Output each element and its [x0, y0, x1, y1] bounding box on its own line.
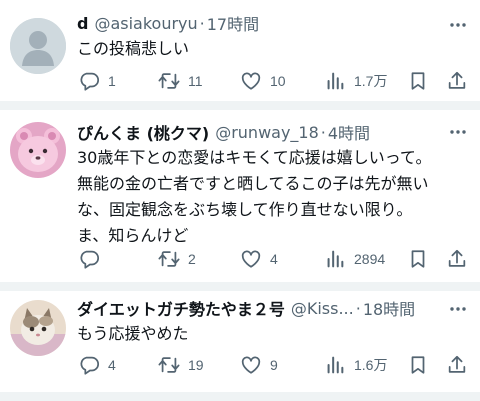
view-count: 2894: [354, 251, 386, 267]
like-icon: [241, 250, 261, 268]
tweet-text-line: 無能の金の亡者ですと晒してるこの子は先が無い: [77, 174, 429, 193]
user-handle[interactable]: @Kiss...: [291, 299, 354, 318]
retweet-count: 2: [188, 251, 196, 267]
share-icon: [448, 71, 466, 89]
tweet-text: もう応援やめた: [77, 321, 466, 347]
like-icon: [241, 72, 261, 90]
display-name[interactable]: ダイエットガチ勢たやま２号: [77, 296, 285, 320]
retweet-count: 19: [188, 357, 204, 373]
tweet-actions: 1 11 10 1.7万: [70, 67, 475, 95]
timestamp[interactable]: 18時間: [363, 296, 415, 320]
avatar[interactable]: [10, 18, 66, 74]
more-icon[interactable]: [446, 120, 470, 144]
views-icon: [327, 72, 344, 90]
views-button[interactable]: 1.7万: [324, 67, 387, 95]
tweet-header: d @asiakouryu · 17時間: [77, 11, 444, 35]
view-count: 1.6万: [354, 357, 388, 373]
views-icon: [327, 356, 344, 374]
more-icon[interactable]: [446, 13, 470, 37]
separator-dot: ·: [320, 122, 326, 142]
share-icon: [448, 355, 466, 373]
tweet[interactable]: d @asiakouryu · 17時間 この投稿悲しい 1 11 10 1.7…: [0, 0, 480, 101]
views-button[interactable]: 2894: [324, 245, 385, 273]
user-handle[interactable]: @runway_18: [215, 123, 319, 142]
retweet-icon: [158, 357, 180, 373]
retweet-button[interactable]: 11: [158, 67, 203, 95]
more-icon[interactable]: [446, 297, 470, 321]
tweet-text: 30歳年下との恋愛はキモくて応援は嬉しいって。 無能の金の亡者ですと晒してるこの…: [77, 145, 466, 249]
share-button[interactable]: [446, 245, 468, 273]
cat-avatar-icon: [10, 300, 66, 356]
retweet-icon: [158, 251, 180, 267]
like-count: 10: [270, 73, 286, 89]
reply-icon: [80, 250, 100, 269]
tweet[interactable]: ぴんくま (桃クマ) @runway_18 · 4時間 30歳年下との恋愛はキモ…: [0, 110, 480, 282]
bookmark-icon: [411, 72, 425, 90]
tweet-separator: [0, 282, 480, 291]
reply-icon: [80, 356, 100, 375]
retweet-button[interactable]: 2: [158, 245, 196, 273]
tweet-text-line: な、固定観念をぶち壊して作り直せない限り。: [77, 200, 413, 219]
tweet-actions: 4 19 9 1.6万: [70, 351, 475, 379]
display-name[interactable]: d: [77, 14, 88, 33]
reply-count: 1: [108, 73, 116, 89]
retweet-icon: [158, 73, 180, 89]
reply-button[interactable]: [78, 245, 108, 273]
tweet-header: ぴんくま (桃クマ) @runway_18 · 4時間: [77, 120, 444, 144]
views-button[interactable]: 1.6万: [324, 351, 387, 379]
default-avatar-icon: [10, 18, 66, 74]
retweet-button[interactable]: 19: [158, 351, 204, 379]
share-icon: [448, 249, 466, 267]
reply-button[interactable]: 4: [78, 351, 116, 379]
view-count: 1.7万: [354, 73, 388, 89]
bookmark-icon: [411, 250, 425, 268]
like-icon: [241, 356, 261, 374]
timestamp[interactable]: 17時間: [207, 11, 259, 35]
display-name[interactable]: ぴんくま (桃クマ): [77, 120, 209, 144]
pink-bear-avatar-icon: [10, 122, 66, 178]
tweet-text-line: 30歳年下との恋愛はキモくて応援は嬉しいって。: [77, 148, 432, 167]
user-handle[interactable]: @asiakouryu: [94, 14, 197, 33]
tweet-separator: [0, 101, 480, 110]
avatar[interactable]: [10, 122, 66, 178]
separator-dot: ·: [355, 298, 361, 318]
reply-button[interactable]: 1: [78, 67, 116, 95]
like-button[interactable]: 10: [240, 67, 286, 95]
bookmark-button[interactable]: [407, 245, 429, 273]
views-icon: [327, 250, 344, 268]
bookmark-button[interactable]: [407, 67, 429, 95]
reply-count: 4: [108, 357, 116, 373]
bookmark-button[interactable]: [407, 351, 429, 379]
tweet[interactable]: ダイエットガチ勢たやま２号 @Kiss... · 18時間 もう応援やめた 4 …: [0, 291, 480, 391]
tweet-actions: 2 4 2894: [70, 245, 475, 273]
separator-dot: ·: [199, 13, 205, 33]
reply-icon: [80, 72, 100, 91]
tweet-header: ダイエットガチ勢たやま２号 @Kiss... · 18時間: [77, 296, 444, 320]
like-count: 9: [270, 357, 278, 373]
retweet-count: 11: [188, 73, 203, 89]
bookmark-icon: [411, 356, 425, 374]
timestamp[interactable]: 4時間: [328, 120, 370, 144]
tweet-text-line: もう応援やめた: [77, 324, 189, 343]
share-button[interactable]: [446, 351, 468, 379]
tweet-separator: [0, 392, 480, 401]
like-button[interactable]: 4: [240, 245, 278, 273]
like-button[interactable]: 9: [240, 351, 278, 379]
tweet-text-line: この投稿悲しい: [77, 39, 190, 58]
tweet-text: この投稿悲しい: [77, 36, 466, 62]
avatar[interactable]: [10, 300, 66, 356]
like-count: 4: [270, 251, 278, 267]
share-button[interactable]: [446, 67, 468, 95]
